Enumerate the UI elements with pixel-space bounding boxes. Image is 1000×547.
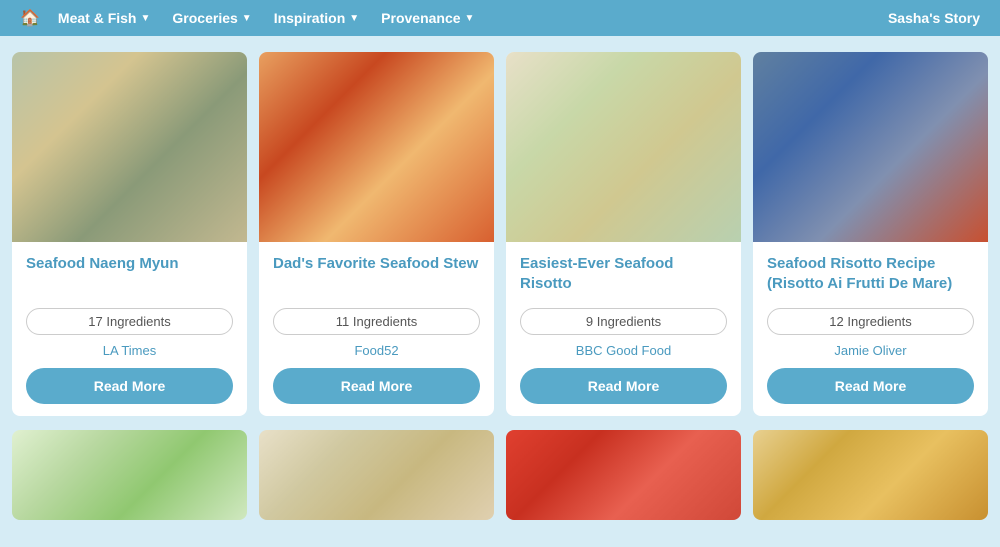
nav-item-meat-fish[interactable]: Meat & Fish ▼ xyxy=(58,10,150,26)
source-link-4[interactable]: Jamie Oliver xyxy=(767,343,974,358)
chevron-down-icon: ▼ xyxy=(242,13,252,24)
nav-item-inspiration[interactable]: Inspiration ▼ xyxy=(274,10,359,26)
card-body-1: Seafood Naeng Myun 17 Ingredients LA Tim… xyxy=(12,242,247,416)
nav-label-provenance: Provenance xyxy=(381,10,460,26)
nav-label-groceries: Groceries xyxy=(172,10,237,26)
chevron-down-icon: ▼ xyxy=(349,13,359,24)
source-link-3[interactable]: BBC Good Food xyxy=(520,343,727,358)
nav-item-provenance[interactable]: Provenance ▼ xyxy=(381,10,474,26)
bottom-image-4[interactable] xyxy=(753,430,988,520)
card-body-3: Easiest-Ever Seafood Risotto 9 Ingredien… xyxy=(506,242,741,416)
source-link-1[interactable]: LA Times xyxy=(26,343,233,358)
nav-label-sashas-story: Sasha's Story xyxy=(888,10,980,26)
recipe-image-1 xyxy=(12,52,247,242)
ingredients-badge-2: 11 Ingredients xyxy=(273,308,480,335)
nav-label-meat-fish: Meat & Fish xyxy=(58,10,137,26)
recipe-image-2 xyxy=(259,52,494,242)
chevron-down-icon: ▼ xyxy=(141,13,151,24)
recipe-card-1: Seafood Naeng Myun 17 Ingredients LA Tim… xyxy=(12,52,247,416)
read-more-button-3[interactable]: Read More xyxy=(520,368,727,404)
bottom-image-row xyxy=(12,430,988,520)
card-body-4: Seafood Risotto Recipe (Risotto Ai Frutt… xyxy=(753,242,988,416)
recipe-image-4 xyxy=(753,52,988,242)
bottom-image-1[interactable] xyxy=(12,430,247,520)
ingredients-badge-3: 9 Ingredients xyxy=(520,308,727,335)
bottom-image-3[interactable] xyxy=(506,430,741,520)
recipe-card-3: Easiest-Ever Seafood Risotto 9 Ingredien… xyxy=(506,52,741,416)
chevron-down-icon: ▼ xyxy=(465,13,475,24)
card-title-3: Easiest-Ever Seafood Risotto xyxy=(520,254,727,294)
nav-label-inspiration: Inspiration xyxy=(274,10,346,26)
card-title-4: Seafood Risotto Recipe (Risotto Ai Frutt… xyxy=(767,254,974,294)
card-title-2: Dad's Favorite Seafood Stew xyxy=(273,254,480,294)
main-navigation: 🏠 Meat & Fish ▼ Groceries ▼ Inspiration … xyxy=(0,0,1000,36)
home-icon[interactable]: 🏠 xyxy=(20,8,40,28)
page-content: Seafood Naeng Myun 17 Ingredients LA Tim… xyxy=(0,36,1000,536)
read-more-button-4[interactable]: Read More xyxy=(767,368,974,404)
card-body-2: Dad's Favorite Seafood Stew 11 Ingredien… xyxy=(259,242,494,416)
recipe-card-2: Dad's Favorite Seafood Stew 11 Ingredien… xyxy=(259,52,494,416)
nav-item-sashas-story[interactable]: Sasha's Story xyxy=(888,10,980,26)
source-link-2[interactable]: Food52 xyxy=(273,343,480,358)
card-title-1: Seafood Naeng Myun xyxy=(26,254,233,294)
ingredients-badge-4: 12 Ingredients xyxy=(767,308,974,335)
read-more-button-2[interactable]: Read More xyxy=(273,368,480,404)
recipe-cards-row: Seafood Naeng Myun 17 Ingredients LA Tim… xyxy=(12,52,988,416)
recipe-card-4: Seafood Risotto Recipe (Risotto Ai Frutt… xyxy=(753,52,988,416)
read-more-button-1[interactable]: Read More xyxy=(26,368,233,404)
recipe-image-3 xyxy=(506,52,741,242)
ingredients-badge-1: 17 Ingredients xyxy=(26,308,233,335)
nav-item-groceries[interactable]: Groceries ▼ xyxy=(172,10,251,26)
bottom-image-2[interactable] xyxy=(259,430,494,520)
